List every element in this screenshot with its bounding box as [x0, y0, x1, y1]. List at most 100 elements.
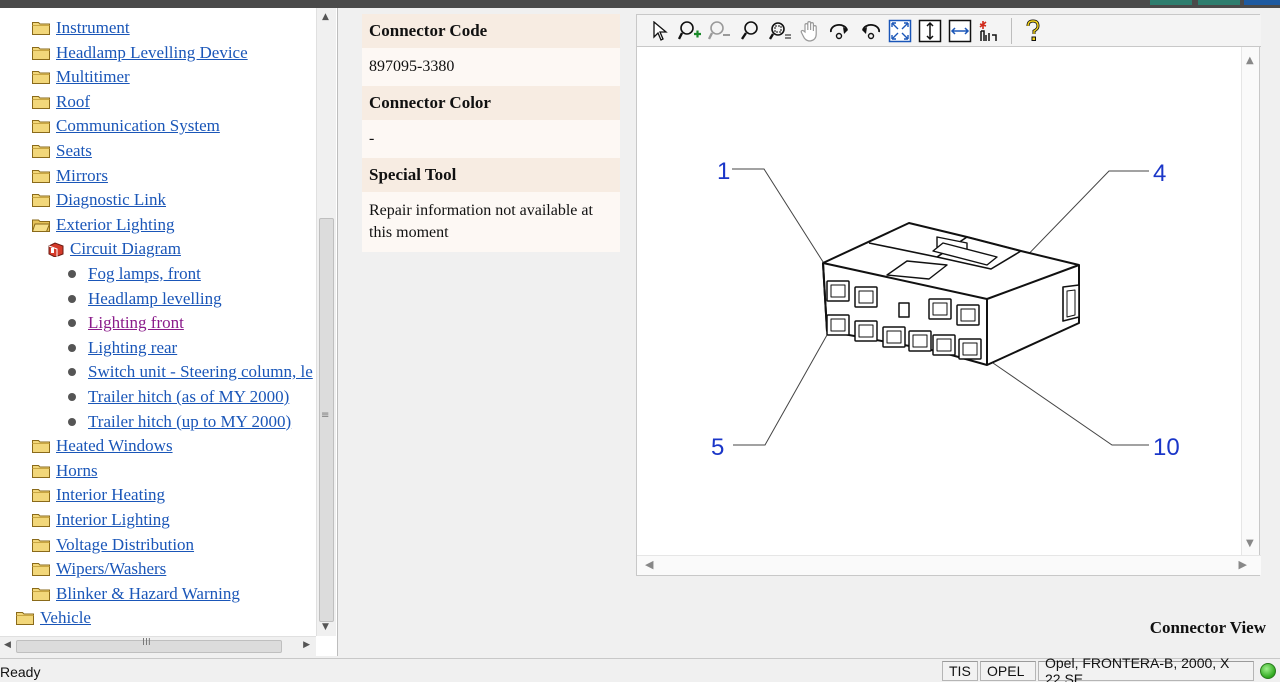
tree-item-fog-lamps-front[interactable]: Fog lamps, front	[68, 262, 201, 286]
tree-link[interactable]: Vehicle	[40, 608, 91, 628]
tree-item-interior-lighting[interactable]: Interior Lighting	[32, 508, 170, 532]
viewer-vertical-scrollbar[interactable]: ▲ ▼	[1241, 47, 1259, 557]
tree-link[interactable]: Seats	[56, 141, 92, 161]
scroll-right-icon[interactable]: ▶	[303, 640, 310, 650]
tree-item-trailer-hitch-up-to-my-2000[interactable]: Trailer hitch (up to MY 2000)	[68, 410, 291, 434]
folder-icon	[32, 193, 50, 208]
tree-item-trailer-hitch-as-of-my-2000[interactable]: Trailer hitch (as of MY 2000)	[68, 385, 289, 409]
folder-icon	[32, 144, 50, 158]
scroll-up-icon[interactable]: ▲	[322, 12, 329, 22]
tree-item-blinker-hazard-warning[interactable]: Blinker & Hazard Warning	[32, 582, 240, 606]
tree-link[interactable]: Lighting rear	[88, 338, 177, 358]
scroll-left-icon[interactable]: ◀	[4, 640, 11, 650]
tree-item-wipers-washers[interactable]: Wipers/Washers	[32, 557, 166, 581]
bullet-icon	[68, 393, 76, 401]
status-cell-brand: OPEL	[980, 661, 1036, 681]
maximize-button[interactable]	[1198, 0, 1240, 5]
tree-link[interactable]: Wipers/Washers	[56, 559, 166, 579]
viewer-horizontal-scrollbar[interactable]: ◀ ▶	[637, 555, 1261, 575]
bullet-icon	[68, 319, 76, 328]
connector-code-value: 897095-3380	[362, 48, 620, 86]
tree-link[interactable]: Heated Windows	[56, 436, 173, 456]
connector-body	[822, 222, 1080, 366]
tree-link[interactable]: Mirrors	[56, 166, 108, 186]
fit-height-icon[interactable]	[915, 17, 945, 45]
status-cell-tis: TIS	[942, 661, 978, 681]
tree-item-interior-heating[interactable]: Interior Heating	[32, 483, 165, 507]
tree-item-voltage-distribution[interactable]: Voltage Distribution	[32, 533, 194, 557]
connector-drawing-canvas[interactable]: 1 4 5 10	[637, 47, 1243, 557]
tree-item-mirrors[interactable]: Mirrors	[32, 164, 108, 188]
tree-item-instrument[interactable]: Instrument	[32, 16, 130, 40]
tree-link[interactable]: Interior Heating	[56, 485, 165, 505]
zoom-in-icon[interactable]	[675, 17, 705, 45]
viewer-scroll-right-icon[interactable]: ▶	[1239, 558, 1247, 571]
viewer-scroll-left-icon[interactable]: ◀	[645, 558, 653, 571]
tree-link[interactable]: Headlamp levelling	[88, 289, 222, 309]
tree-link[interactable]: Blinker & Hazard Warning	[56, 584, 240, 604]
tree-item-diagnostic-link[interactable]: Diagnostic Link	[32, 188, 166, 212]
rotate-cw-icon[interactable]	[825, 17, 855, 45]
tree-horizontal-scrollbar[interactable]: ◀ III ▶	[0, 636, 316, 656]
select-icon[interactable]	[645, 17, 675, 45]
fit-all-icon[interactable]	[885, 17, 915, 45]
tree-item-heated-windows[interactable]: Heated Windows	[32, 434, 173, 458]
viewer-scroll-up-icon[interactable]: ▲	[1246, 55, 1254, 66]
bullet-icon	[68, 294, 76, 303]
tree-item-horns[interactable]: Horns	[32, 459, 98, 483]
tree-link[interactable]: Trailer hitch (up to MY 2000)	[88, 412, 291, 432]
tree-item-communication-system[interactable]: Communication System	[32, 114, 220, 138]
minimize-button[interactable]	[1150, 0, 1192, 5]
rotate-ccw-icon[interactable]	[855, 17, 885, 45]
tree-link[interactable]: Diagnostic Link	[56, 190, 166, 210]
tree-link[interactable]: Roof	[56, 92, 90, 112]
tree-item-seats[interactable]: Seats	[32, 139, 92, 163]
tree-link[interactable]: Instrument	[56, 18, 130, 38]
pan-hand-icon[interactable]	[795, 17, 825, 45]
special-tool-label: Special Tool	[362, 158, 620, 192]
tree-link[interactable]: Horns	[56, 461, 98, 481]
pin-label-10: 10	[1153, 434, 1180, 461]
tree-link[interactable]: Switch unit - Steering column, le	[88, 362, 313, 382]
folder-icon	[32, 95, 50, 109]
scroll-down-icon[interactable]: ▼	[322, 622, 329, 632]
tree-item-headlamp-levelling[interactable]: Headlamp levelling	[68, 287, 222, 311]
tree-link[interactable]: Voltage Distribution	[56, 535, 194, 555]
zoom-out-icon[interactable]	[705, 17, 735, 45]
tree-item-lighting-front[interactable]: Lighting front	[68, 311, 184, 335]
tree-link[interactable]: Interior Lighting	[56, 510, 170, 530]
zoom-icon[interactable]	[735, 17, 765, 45]
tree-vertical-scrollbar[interactable]: ▲ ≡ ▼	[316, 8, 336, 636]
circuit-diagram-icon	[48, 242, 64, 258]
tree-item-vehicle[interactable]: Vehicle	[16, 606, 91, 630]
connector-color-value: -	[362, 120, 620, 158]
window-top-strip	[0, 0, 1280, 8]
close-button[interactable]	[1244, 0, 1280, 5]
tree-link[interactable]: Exterior Lighting	[56, 215, 175, 235]
tree-link[interactable]: Multitimer	[56, 67, 130, 87]
status-bar: Ready TIS OPEL Opel, FRONTERA-B, 2000, X…	[0, 655, 1280, 682]
tree-item-multitimer[interactable]: Multitimer	[32, 65, 130, 89]
tree-item-circuit-diagram[interactable]: Circuit Diagram	[48, 237, 181, 261]
tree-item-roof[interactable]: Roof	[32, 90, 90, 114]
tree-item-exterior-lighting[interactable]: Exterior Lighting	[32, 213, 175, 237]
tree-link[interactable]: Headlamp Levelling Device	[56, 43, 248, 63]
folder-icon	[32, 513, 50, 527]
connection-status-icon	[1260, 663, 1276, 679]
tree-link[interactable]: Lighting front	[88, 313, 184, 333]
highlight-icon[interactable]	[975, 17, 1005, 45]
bullet-icon	[68, 368, 76, 377]
tree-item-headlamp-levelling-device[interactable]: Headlamp Levelling Device	[32, 41, 248, 65]
tree-item-switch-unit-steering-column-le[interactable]: Switch unit - Steering column, le	[68, 360, 313, 384]
tree-link[interactable]: Trailer hitch (as of MY 2000)	[88, 387, 289, 407]
tree-link[interactable]: Communication System	[56, 116, 220, 136]
tree-link[interactable]: Fog lamps, front	[88, 264, 201, 284]
help-icon[interactable]	[1018, 17, 1048, 45]
tree-item-lighting-rear[interactable]: Lighting rear	[68, 336, 177, 360]
tree-link[interactable]: Circuit Diagram	[70, 239, 181, 259]
zoom-area-icon[interactable]	[765, 17, 795, 45]
folder-icon	[32, 169, 50, 183]
viewer-scroll-down-icon[interactable]: ▼	[1246, 538, 1254, 549]
connector-info-panel: Connector Code 897095-3380 Connector Col…	[362, 14, 620, 252]
fit-width-icon[interactable]	[945, 17, 975, 45]
